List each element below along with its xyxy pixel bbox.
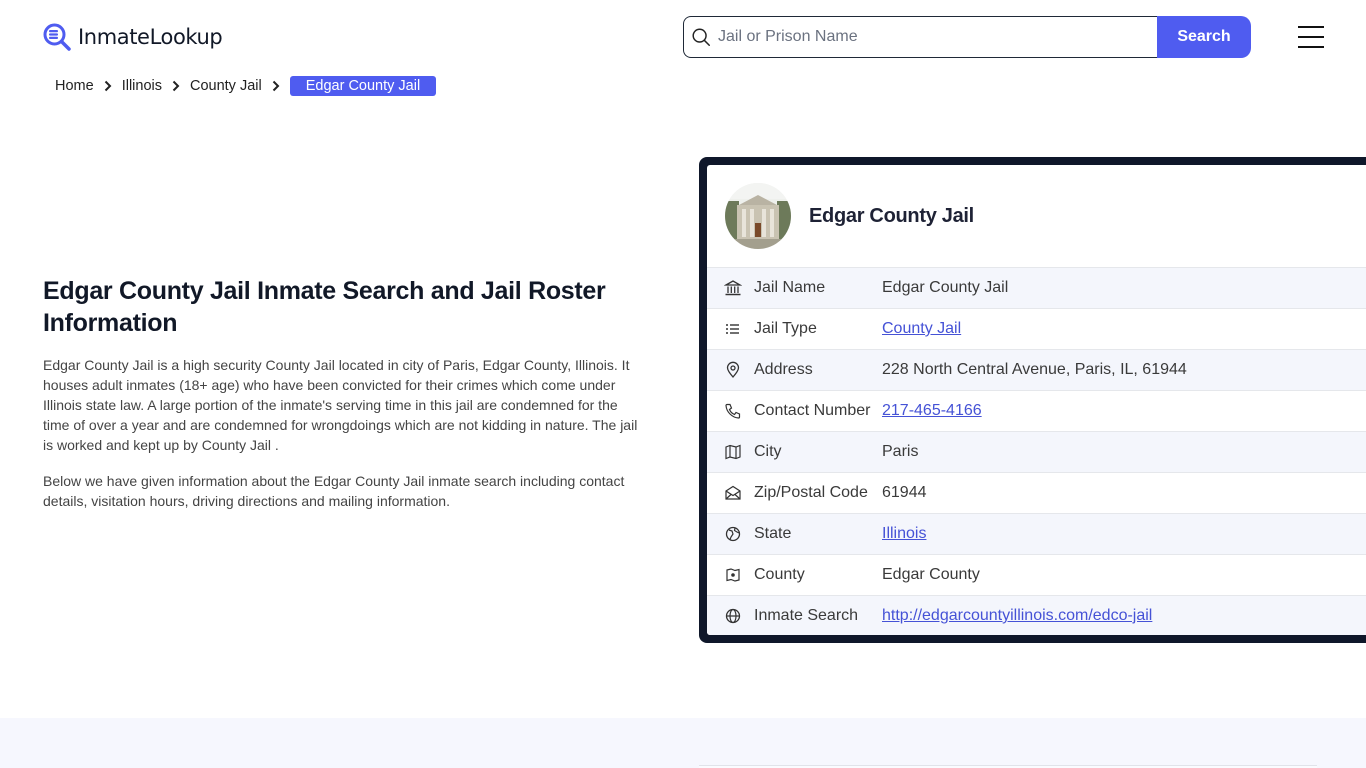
page-title: Edgar County Jail Inmate Search and Jail…: [43, 277, 606, 337]
info-row-state: State Illinois: [707, 513, 1366, 554]
row-value: 228 North Central Avenue, Paris, IL, 619…: [882, 361, 1187, 378]
breadcrumb-illinois[interactable]: Illinois: [122, 78, 162, 94]
hamburger-menu-icon[interactable]: [1298, 26, 1324, 48]
site-header: InmateLookup Search: [0, 0, 1366, 72]
info-row-county: County Edgar County: [707, 554, 1366, 595]
row-label: Inmate Search: [754, 607, 859, 624]
chevron-right-icon: [104, 80, 112, 92]
building-icon: [724, 280, 742, 296]
info-row-jail-name: Jail Name Edgar County Jail: [707, 267, 1366, 308]
info-row-inmate-search: Inmate Search http://edgarcountyillinois…: [707, 595, 1366, 635]
jail-info-card: Edgar County Jail Jail Name Edgar County…: [699, 157, 1366, 643]
row-label: Contact Number: [754, 402, 871, 419]
jail-photo: [725, 183, 791, 249]
row-value: Paris: [882, 443, 919, 460]
next-section-background: [0, 718, 1366, 768]
logo-magnifier-icon: [43, 23, 71, 51]
description-paragraph: Edgar County Jail is a high security Cou…: [43, 357, 638, 453]
row-value: Edgar County Jail: [882, 279, 1009, 296]
info-row-city: City Paris: [707, 431, 1366, 472]
jail-type-link[interactable]: County Jail: [882, 320, 961, 338]
row-label: Jail Name: [754, 279, 826, 296]
search-button[interactable]: Search: [1157, 16, 1251, 58]
phone-icon: [725, 403, 741, 419]
jail-info-card-body: Edgar County Jail Jail Name Edgar County…: [707, 165, 1366, 635]
info-row-jail-type: Jail Type County Jail: [707, 308, 1366, 349]
row-label: County: [754, 566, 805, 583]
row-label: Zip/Postal Code: [754, 484, 868, 501]
row-label: State: [754, 525, 792, 542]
map-icon: [725, 444, 741, 460]
site-logo[interactable]: InmateLookup: [42, 22, 223, 52]
mail-icon: [725, 485, 741, 500]
description-paragraph: Below we have given information about th…: [43, 473, 625, 509]
row-label: Address: [754, 361, 813, 378]
info-row-address: Address 228 North Central Avenue, Paris,…: [707, 349, 1366, 390]
search-box: [683, 16, 1157, 58]
info-table: Jail Name Edgar County Jail Jail Type Co…: [707, 267, 1366, 635]
breadcrumb-current: Edgar County Jail: [289, 76, 437, 96]
map-pin-icon: [726, 361, 740, 378]
row-value: Edgar County: [882, 566, 980, 583]
breadcrumb-home[interactable]: Home: [55, 78, 94, 94]
inmate-search-link[interactable]: http://edgarcountyillinois.com/edco-jail: [882, 607, 1152, 625]
state-link[interactable]: Illinois: [882, 525, 926, 543]
info-row-zip: Zip/Postal Code 61944: [707, 472, 1366, 513]
menu-line: [1298, 36, 1324, 38]
search-icon: [692, 28, 710, 46]
chevron-right-icon: [272, 80, 280, 92]
county-map-icon: [726, 568, 740, 582]
breadcrumb-county-jail[interactable]: County Jail: [190, 78, 262, 94]
search-input[interactable]: [718, 28, 1138, 46]
row-label: Jail Type: [754, 320, 817, 337]
card-header: Edgar County Jail: [707, 165, 1366, 267]
search-form: Search: [683, 16, 1251, 58]
breadcrumb: Home Illinois County Jail Edgar County J…: [55, 76, 437, 96]
phone-link[interactable]: 217-465-4166: [882, 402, 982, 420]
courthouse-image-icon: [725, 183, 791, 249]
info-row-contact: Contact Number 217-465-4166: [707, 390, 1366, 431]
menu-line: [1298, 26, 1324, 28]
row-value: 61944: [882, 484, 927, 501]
row-label: City: [754, 443, 782, 460]
logo-text: InmateLookup: [78, 25, 223, 49]
intro-section: Edgar County Jail Inmate Search and Jail…: [43, 275, 638, 511]
list-icon: [726, 324, 739, 334]
globe-icon: [725, 608, 741, 624]
chevron-right-icon: [172, 80, 180, 92]
globe-region-icon: [725, 526, 741, 542]
card-title: Edgar County Jail: [809, 204, 974, 227]
menu-line: [1298, 46, 1324, 48]
